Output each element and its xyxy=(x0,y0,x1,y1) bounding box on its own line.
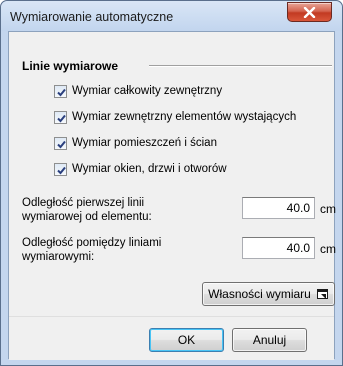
window-title: Wymiarowanie automatyczne xyxy=(10,10,174,24)
checkbox-total-external[interactable]: Wymiar całkowity zewnętrzny xyxy=(54,83,222,99)
checkbox[interactable] xyxy=(54,162,67,176)
checkbox-protruding-elements[interactable]: Wymiar zewnętrzny elementów wystających xyxy=(54,109,296,125)
first-line-distance-label: Odległość pierwszej linii wymiarowej od … xyxy=(22,197,152,223)
checkmark-icon xyxy=(57,166,66,174)
checkbox-label: Wymiar całkowity zewnętrzny xyxy=(72,85,223,97)
checkbox-rooms-walls[interactable]: Wymiar pomieszczeń i ścian xyxy=(54,135,217,151)
dialog-window-icon xyxy=(316,288,328,299)
checkmark-icon xyxy=(57,140,66,148)
first-line-distance-unit: cm xyxy=(320,202,336,216)
cancel-button[interactable]: Anuluj xyxy=(232,328,307,352)
line-spacing-unit: cm xyxy=(320,242,336,256)
checkmark-icon xyxy=(57,114,66,122)
checkbox[interactable] xyxy=(54,110,67,124)
first-line-distance-input[interactable]: 40.0 xyxy=(242,197,315,219)
checkmark-icon xyxy=(57,88,66,96)
title-bar[interactable]: Wymiarowanie automatyczne xyxy=(1,1,342,31)
checkbox-label: Wymiar okien, drzwi i otworów xyxy=(72,163,227,175)
line-spacing-input[interactable]: 40.0 xyxy=(242,237,315,259)
close-button[interactable] xyxy=(287,2,332,22)
group-title: Linie wymiarowe xyxy=(22,59,119,73)
dimension-properties-button[interactable]: Własności wymiaru xyxy=(202,282,335,306)
close-icon xyxy=(303,7,316,18)
line-spacing-label: Odległość pomiędzy liniami wymiarowymi: xyxy=(22,237,162,263)
checkbox-label: Wymiar pomieszczeń i ścian xyxy=(72,137,217,149)
checkbox-windows-doors[interactable]: Wymiar okien, drzwi i otworów xyxy=(54,161,227,177)
checkbox-label: Wymiar zewnętrzny elementów wystających xyxy=(72,111,297,123)
group-divider xyxy=(149,65,332,67)
dialog-body: Linie wymiarowe Wymiar całkowity zewnętr… xyxy=(8,31,336,360)
checkbox[interactable] xyxy=(54,84,67,98)
dimension-properties-label: Własności wymiaru xyxy=(208,287,311,301)
dialog-window: Wymiarowanie automatyczne Linie wymiarow… xyxy=(0,0,343,366)
checkbox[interactable] xyxy=(54,136,67,150)
ok-button[interactable]: OK xyxy=(149,328,224,352)
